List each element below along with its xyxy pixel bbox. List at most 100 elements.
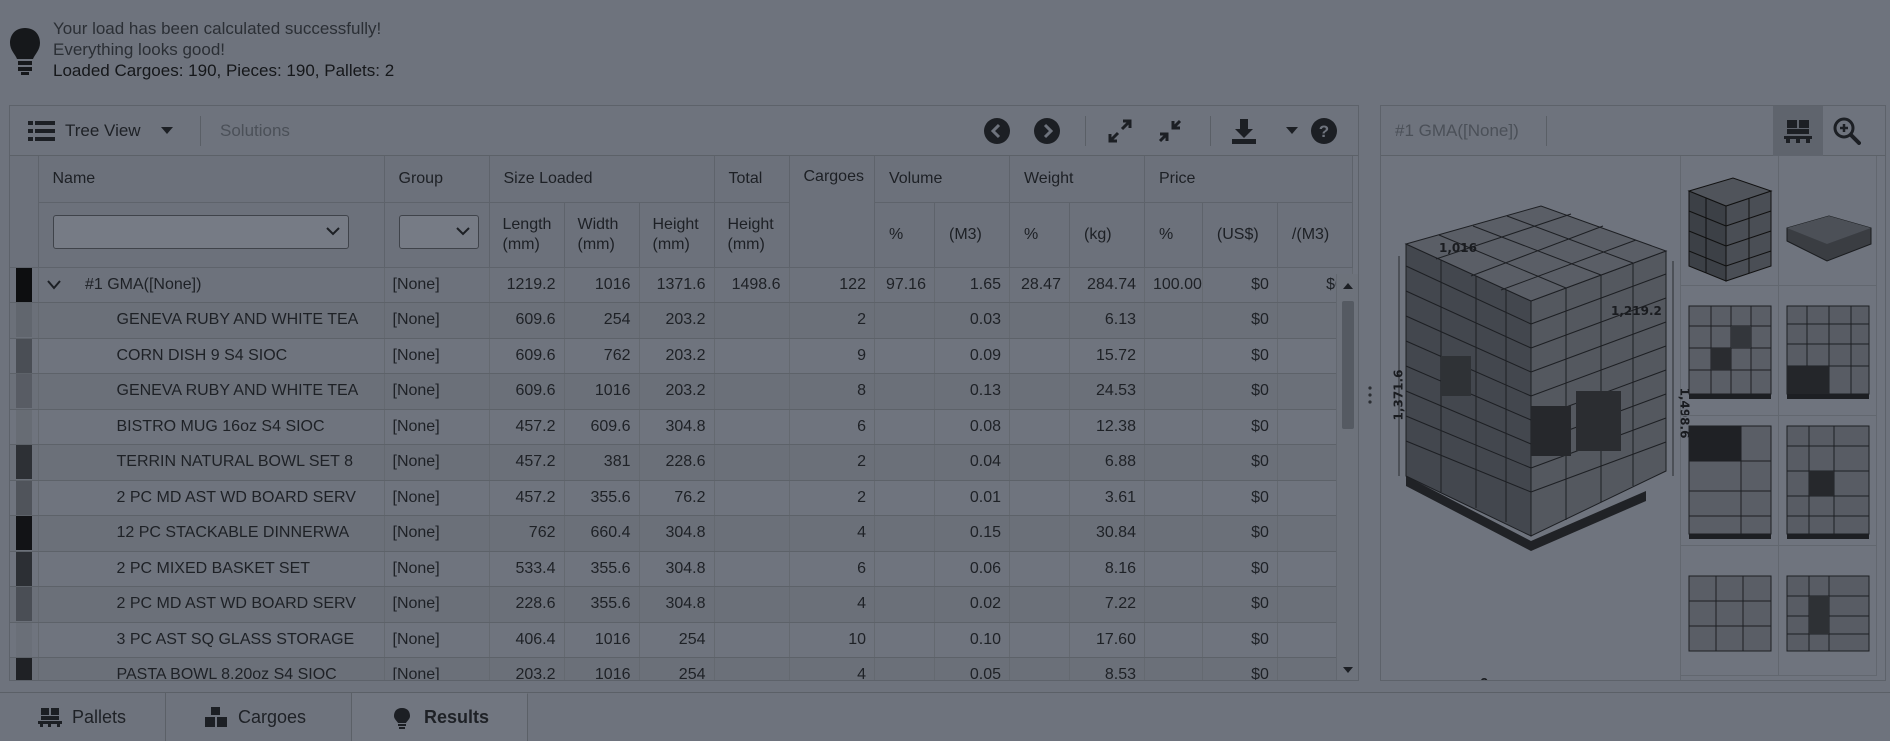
length-cell: 533.4 bbox=[489, 551, 565, 587]
collapse-icon[interactable] bbox=[1156, 117, 1184, 145]
name-cell: GENEVA RUBY AND WHITE TEA bbox=[38, 373, 385, 410]
volume-pct-cell bbox=[874, 622, 935, 658]
name-cell: 2 PC MD AST WD BOARD SERV bbox=[38, 480, 385, 516]
width-cell: 1016 bbox=[564, 267, 640, 303]
header-total: Total bbox=[714, 156, 790, 203]
header-volume: Volume bbox=[874, 156, 1010, 203]
table-row[interactable]: GENEVA RUBY AND WHITE TEA [None] 609.6 254 2… bbox=[10, 302, 1353, 339]
previous-icon[interactable] bbox=[983, 117, 1011, 145]
table-row[interactable]: 3 PC AST SQ GLASS STORAGE [None] 406.4 1016… bbox=[10, 622, 1353, 658]
group-filter-cell bbox=[384, 202, 490, 268]
volume-m3-cell: 1.65 bbox=[934, 267, 1010, 303]
thumbnail-3d-cargo[interactable] bbox=[1681, 156, 1779, 286]
thumbnail-front-view[interactable] bbox=[1681, 416, 1779, 546]
group-cell: [None] bbox=[384, 480, 490, 516]
height-cell: 76.2 bbox=[639, 480, 715, 516]
header-price-pct[interactable]: % bbox=[1144, 202, 1203, 268]
thumbnail-layer-2[interactable] bbox=[1779, 546, 1877, 676]
tab-results[interactable]: Results bbox=[352, 693, 528, 741]
color-swatch-fill bbox=[15, 551, 32, 586]
width-cell: 355.6 bbox=[564, 586, 640, 623]
header-weight-pct[interactable]: % bbox=[1009, 202, 1070, 268]
header-volume-m3[interactable]: (M3) bbox=[934, 202, 1010, 268]
width-cell: 1016 bbox=[564, 622, 640, 658]
thumbnail-layer-1[interactable] bbox=[1681, 546, 1779, 676]
thumbnail-back-view[interactable] bbox=[1779, 416, 1877, 546]
name-filter-select[interactable] bbox=[52, 214, 349, 249]
pallet-3d-render bbox=[1398, 205, 1674, 551]
table-row[interactable]: 2 PC MD AST WD BOARD SERV [None] 457.2 355.… bbox=[10, 480, 1353, 516]
group-cell: [None] bbox=[384, 373, 490, 410]
pallet-view-button[interactable] bbox=[1773, 106, 1823, 156]
name-cell: 2 PC MIXED BASKET SET bbox=[38, 551, 385, 587]
table-row[interactable]: 12 PC STACKABLE DINNERWA [None] 762 660.4 30… bbox=[10, 515, 1353, 552]
table-row[interactable]: BISTRO MUG 16oz S4 SIOC [None] 457.2 609.6 3… bbox=[10, 409, 1353, 445]
boxes-icon bbox=[205, 707, 227, 727]
volume-m3-cell: 0.15 bbox=[934, 515, 1010, 552]
table-row[interactable]: GENEVA RUBY AND WHITE TEA [None] 609.6 1016… bbox=[10, 373, 1353, 410]
height-cell: 254 bbox=[639, 622, 715, 658]
width-cell: 381 bbox=[564, 444, 640, 481]
volume-m3-cell: 0.13 bbox=[934, 373, 1010, 410]
price-pct-cell bbox=[1144, 657, 1203, 680]
pallet-3d-view[interactable]: 1,016 1,219.2 1,371.6 1,498.6 0 bbox=[1381, 156, 1691, 680]
thumbnail-3d-pallet[interactable] bbox=[1779, 156, 1877, 286]
expand-icon[interactable] bbox=[1106, 117, 1134, 145]
scroll-up-icon[interactable] bbox=[1343, 282, 1353, 290]
total-height-cell bbox=[714, 622, 790, 658]
price-usd-cell: $0 bbox=[1202, 480, 1278, 516]
table-row[interactable]: CORN DISH 9 S4 SIOC [None] 609.6 762 203.2 9 0… bbox=[10, 338, 1353, 374]
header-group[interactable]: Group bbox=[384, 156, 490, 203]
name-cell: BISTRO MUG 16oz S4 SIOC bbox=[38, 409, 385, 445]
vertical-scrollbar[interactable] bbox=[1336, 274, 1358, 680]
width-cell: 660.4 bbox=[564, 515, 640, 552]
color-swatch-fill bbox=[15, 303, 32, 338]
scroll-down-icon[interactable] bbox=[1343, 666, 1353, 674]
color-swatch bbox=[10, 409, 39, 445]
header-price-per-m3[interactable]: /(M3) bbox=[1277, 202, 1353, 268]
group-filter-select[interactable] bbox=[398, 214, 479, 249]
tab-pallets[interactable]: Pallets bbox=[0, 693, 166, 741]
table-row[interactable]: 2 PC MIXED BASKET SET [None] 533.4 355.6 304… bbox=[10, 551, 1353, 587]
zoom-in-icon[interactable] bbox=[1833, 117, 1861, 145]
scrollbar-thumb[interactable] bbox=[1342, 301, 1354, 429]
group-cell: [None] bbox=[384, 409, 490, 445]
header-cargoes[interactable]: Cargoes bbox=[789, 156, 875, 268]
table-row[interactable]: TERRIN NATURAL BOWL SET 8 [None] 457.2 381 2… bbox=[10, 444, 1353, 481]
thumbnail-side-view[interactable] bbox=[1779, 286, 1877, 416]
lightbulb-icon bbox=[10, 28, 40, 75]
volume-m3-cell: 0.04 bbox=[934, 444, 1010, 481]
cargoes-cell: 2 bbox=[789, 302, 875, 339]
table-row-parent[interactable]: #1 GMA([None]) [None] 1219.2 1016 1371.6… bbox=[10, 267, 1353, 303]
table-row[interactable]: 2 PC MD AST WD BOARD SERV [None] 228.6 355.… bbox=[10, 586, 1353, 623]
header-weight-kg[interactable]: (kg) bbox=[1069, 202, 1145, 268]
chevron-down-icon[interactable] bbox=[46, 279, 61, 290]
header-price-usd[interactable]: (US$) bbox=[1202, 202, 1278, 268]
price-usd-cell: $0 bbox=[1202, 302, 1278, 339]
next-icon[interactable] bbox=[1033, 117, 1061, 145]
tree-view-dropdown[interactable]: Tree View bbox=[28, 116, 173, 146]
parent-name-label: #1 GMA([None]) bbox=[84, 275, 202, 293]
header-name[interactable]: Name bbox=[38, 156, 385, 203]
header-width[interactable]: Width (mm) bbox=[564, 202, 640, 268]
download-icon[interactable] bbox=[1230, 117, 1258, 145]
thumbnail-top-view[interactable] bbox=[1681, 286, 1779, 416]
color-swatch-fill bbox=[15, 480, 32, 515]
header-total-height[interactable]: Height (mm) bbox=[714, 202, 790, 268]
header-height[interactable]: Height (mm) bbox=[639, 202, 715, 268]
results-table: Name Group Size Loaded Total Cargoes Vol… bbox=[10, 156, 1358, 680]
panel-splitter-handle[interactable] bbox=[1365, 380, 1375, 410]
table-row[interactable]: PASTA BOWL 8.20oz S4 SIOC [None] 203.2 1016… bbox=[10, 657, 1353, 680]
group-cell: [None] bbox=[384, 444, 490, 481]
thumbnail-image bbox=[1687, 177, 1773, 282]
weight-kg-cell: 8.16 bbox=[1069, 551, 1145, 587]
help-icon[interactable]: ? bbox=[1310, 117, 1338, 145]
header-length[interactable]: Length (mm) bbox=[489, 202, 565, 268]
price-usd-cell: $0 bbox=[1202, 657, 1278, 680]
price-pct-cell bbox=[1144, 302, 1203, 339]
price-pct-cell bbox=[1144, 444, 1203, 481]
caret-down-icon[interactable] bbox=[1286, 127, 1298, 135]
tab-cargoes[interactable]: Cargoes bbox=[166, 693, 352, 741]
header-volume-pct[interactable]: % bbox=[874, 202, 935, 268]
thumbnail-image bbox=[1786, 575, 1870, 652]
